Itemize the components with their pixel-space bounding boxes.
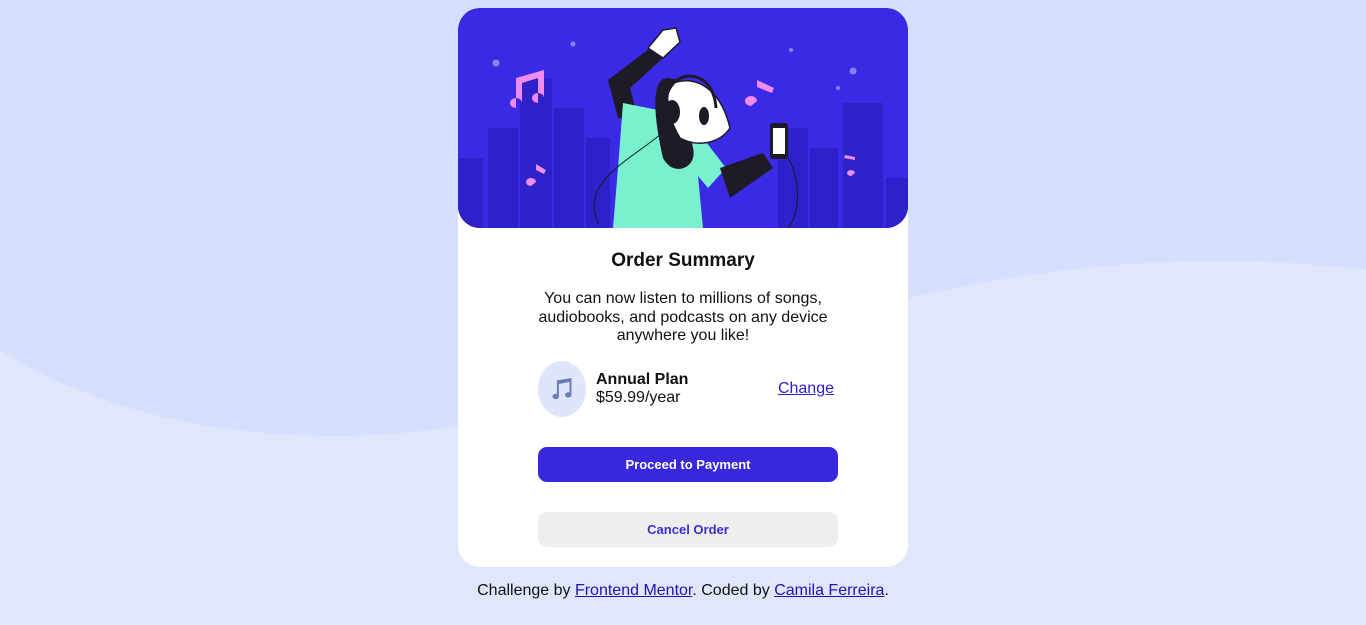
music-note-icon bbox=[538, 361, 586, 417]
footer-suffix: . bbox=[884, 582, 889, 599]
footer-prefix: Challenge by bbox=[477, 582, 575, 599]
cancel-order-button[interactable]: Cancel Order bbox=[538, 512, 838, 547]
author-link[interactable]: Camila Ferreira bbox=[774, 582, 884, 599]
proceed-to-payment-button[interactable]: Proceed to Payment bbox=[538, 447, 838, 482]
order-description: You can now listen to millions of songs,… bbox=[538, 290, 828, 344]
plan-name: Annual Plan bbox=[596, 371, 689, 388]
footer-middle: . Coded by bbox=[692, 582, 775, 599]
plan-row: Annual Plan $59.99/year Change bbox=[538, 361, 838, 417]
frontend-mentor-link[interactable]: Frontend Mentor bbox=[575, 582, 692, 599]
hero-illustration bbox=[458, 8, 908, 228]
change-plan-link[interactable]: Change bbox=[778, 380, 834, 398]
plan-price: $59.99/year bbox=[596, 389, 681, 406]
order-summary-card: Order Summary You can now listen to mill… bbox=[458, 8, 908, 567]
order-summary-title: Order Summary bbox=[611, 250, 755, 271]
attribution-footer: Challenge by Frontend Mentor. Coded by C… bbox=[0, 582, 1366, 600]
